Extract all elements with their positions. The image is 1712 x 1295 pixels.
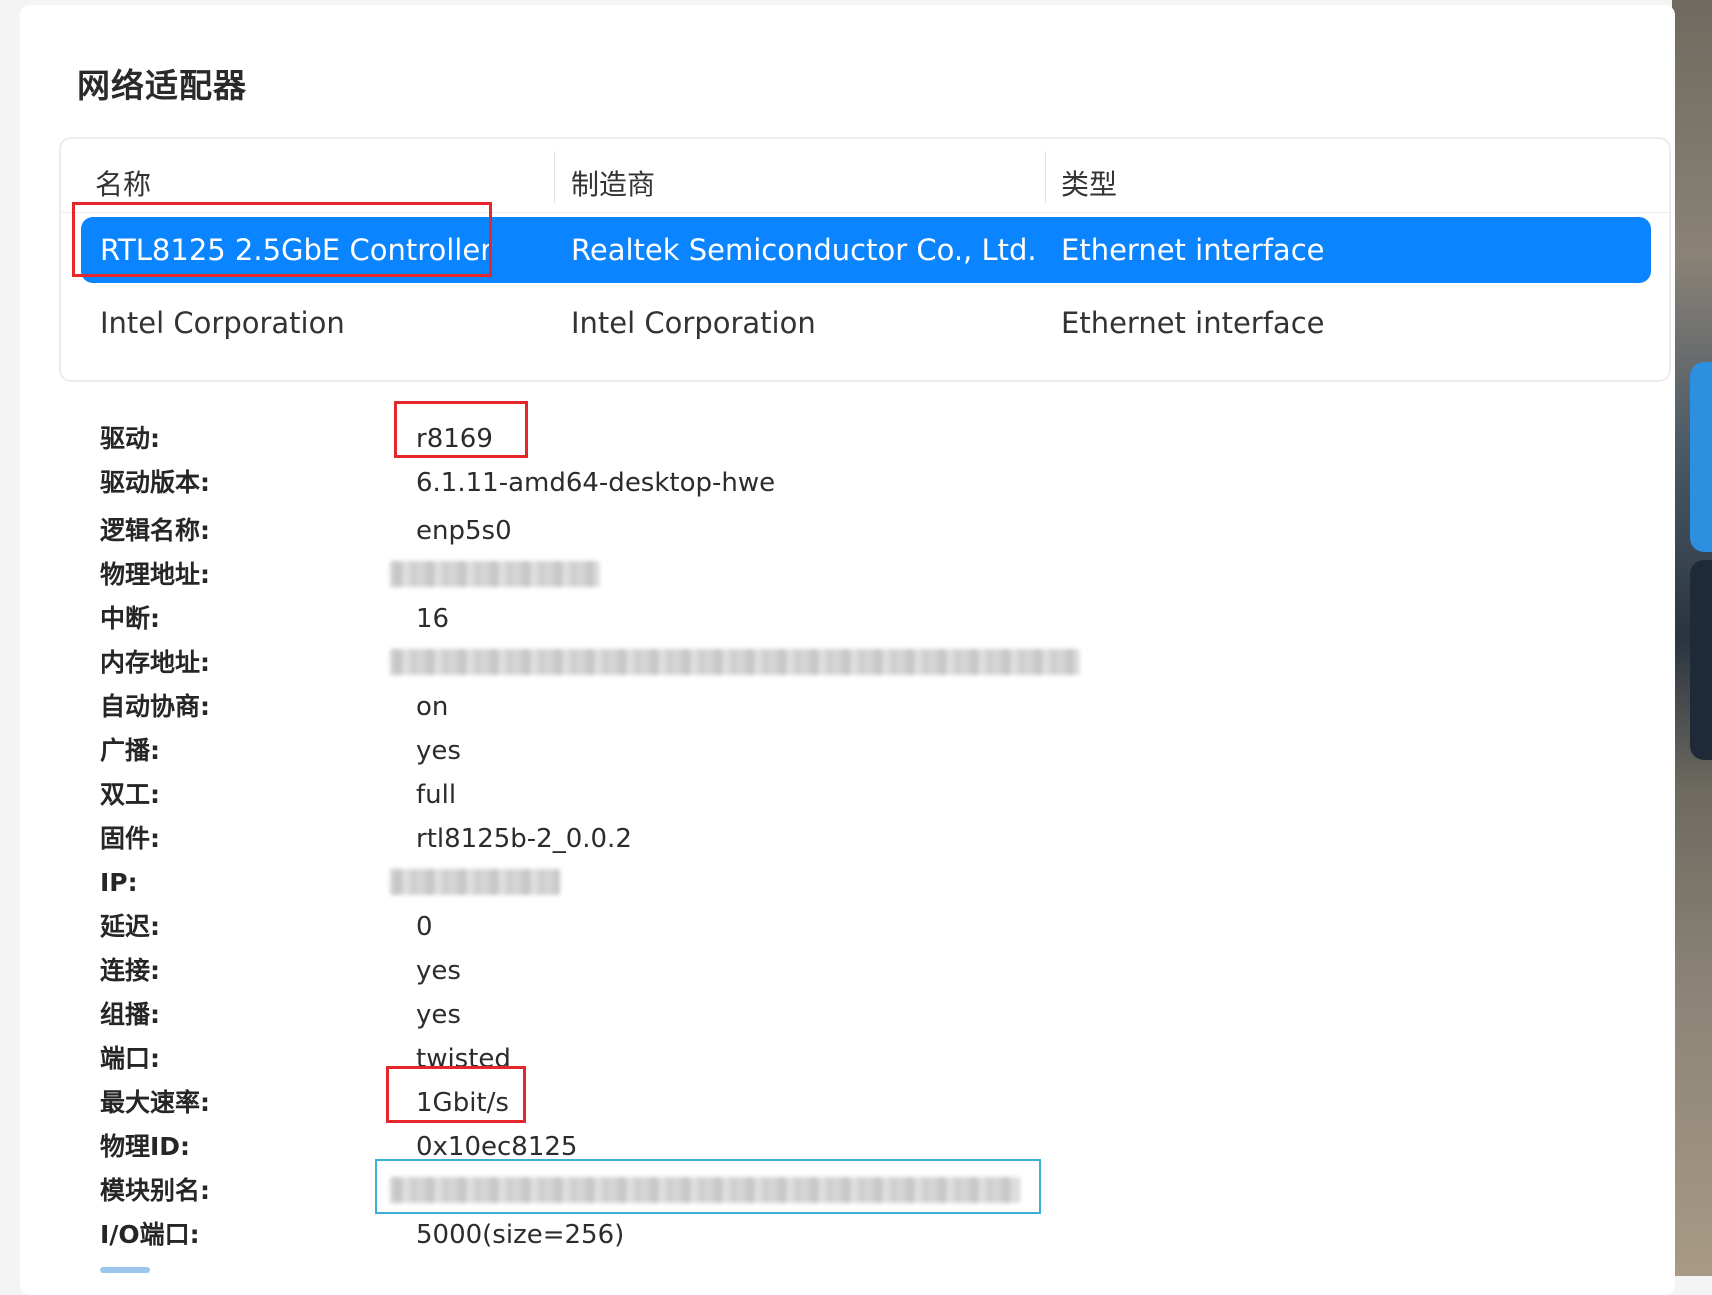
column-separator[interactable] xyxy=(554,151,555,203)
detail-label-max-speed: 最大速率: xyxy=(100,1088,210,1117)
annotation-box-driver xyxy=(394,401,528,458)
detail-label-mac-address: 物理地址: xyxy=(100,560,210,589)
redacted-mac-address xyxy=(390,561,600,587)
detail-value-duplex: full xyxy=(416,780,457,810)
cell-type: Ethernet interface xyxy=(1061,233,1325,267)
section-title: 网络适配器 xyxy=(77,66,247,105)
detail-value-firmware: rtl8125b-2_0.0.2 xyxy=(416,824,632,854)
desktop-widget[interactable] xyxy=(1690,560,1712,760)
detail-label-firmware: 固件: xyxy=(100,824,160,853)
desktop-widget[interactable] xyxy=(1690,362,1712,552)
column-header-type[interactable]: 类型 xyxy=(1061,159,1117,211)
annotation-box-module-alias xyxy=(375,1159,1041,1214)
detail-value-logical-name: enp5s0 xyxy=(416,516,512,546)
detail-label-latency: 延迟: xyxy=(100,912,160,941)
column-header-vendor[interactable]: 制造商 xyxy=(571,159,655,211)
detail-value-multicast: yes xyxy=(416,1000,461,1030)
detail-value-broadcast: yes xyxy=(416,736,461,766)
redacted-memory-address xyxy=(390,649,1080,675)
detail-label-broadcast: 广播: xyxy=(100,736,160,765)
detail-value-io-port: 5000(size=256) xyxy=(416,1220,625,1250)
detail-label-physical-id: 物理ID: xyxy=(100,1132,191,1161)
detail-label-irq: 中断: xyxy=(100,604,160,633)
detail-value-autonegotiation: on xyxy=(416,692,449,722)
column-separator[interactable] xyxy=(1045,151,1046,203)
detail-value-driver-version: 6.1.11-amd64-desktop-hwe xyxy=(416,468,776,498)
detail-value-latency: 0 xyxy=(416,912,433,942)
detail-label-ip: IP: xyxy=(100,868,138,897)
detail-label-memory-address: 内存地址: xyxy=(100,648,210,677)
redacted-ip xyxy=(390,869,560,895)
detail-value-irq: 16 xyxy=(416,604,450,634)
cell-vendor: Intel Corporation xyxy=(571,306,816,340)
cell-name: Intel Corporation xyxy=(100,306,345,340)
detail-label-autonegotiation: 自动协商: xyxy=(100,692,210,721)
detail-label-duplex: 双工: xyxy=(100,780,160,809)
detail-label-io-port: I/O端口: xyxy=(100,1220,200,1249)
collapse-link[interactable] xyxy=(100,1267,150,1273)
device-info-panel: 网络适配器 名称 制造商 类型 RTL8125 2.5GbE Controlle… xyxy=(20,5,1675,1295)
detail-label-driver-version: 驱动版本: xyxy=(100,468,210,497)
cell-type: Ethernet interface xyxy=(1061,306,1325,340)
detail-label-multicast: 组播: xyxy=(100,1000,160,1029)
detail-label-driver: 驱动: xyxy=(100,424,160,453)
detail-label-module-alias: 模块别名: xyxy=(100,1176,210,1205)
detail-label-link: 连接: xyxy=(100,956,160,985)
cell-vendor: Realtek Semiconductor Co., Ltd. xyxy=(571,233,1037,267)
table-row[interactable]: Intel Corporation Intel Corporation Ethe… xyxy=(81,290,1651,356)
detail-label-port: 端口: xyxy=(100,1044,160,1073)
detail-value-link: yes xyxy=(416,956,461,986)
annotation-box-max-speed xyxy=(386,1066,526,1123)
desktop-background xyxy=(1672,0,1712,1276)
annotation-box-adapter-name xyxy=(72,202,492,277)
detail-label-logical-name: 逻辑名称: xyxy=(100,516,210,545)
